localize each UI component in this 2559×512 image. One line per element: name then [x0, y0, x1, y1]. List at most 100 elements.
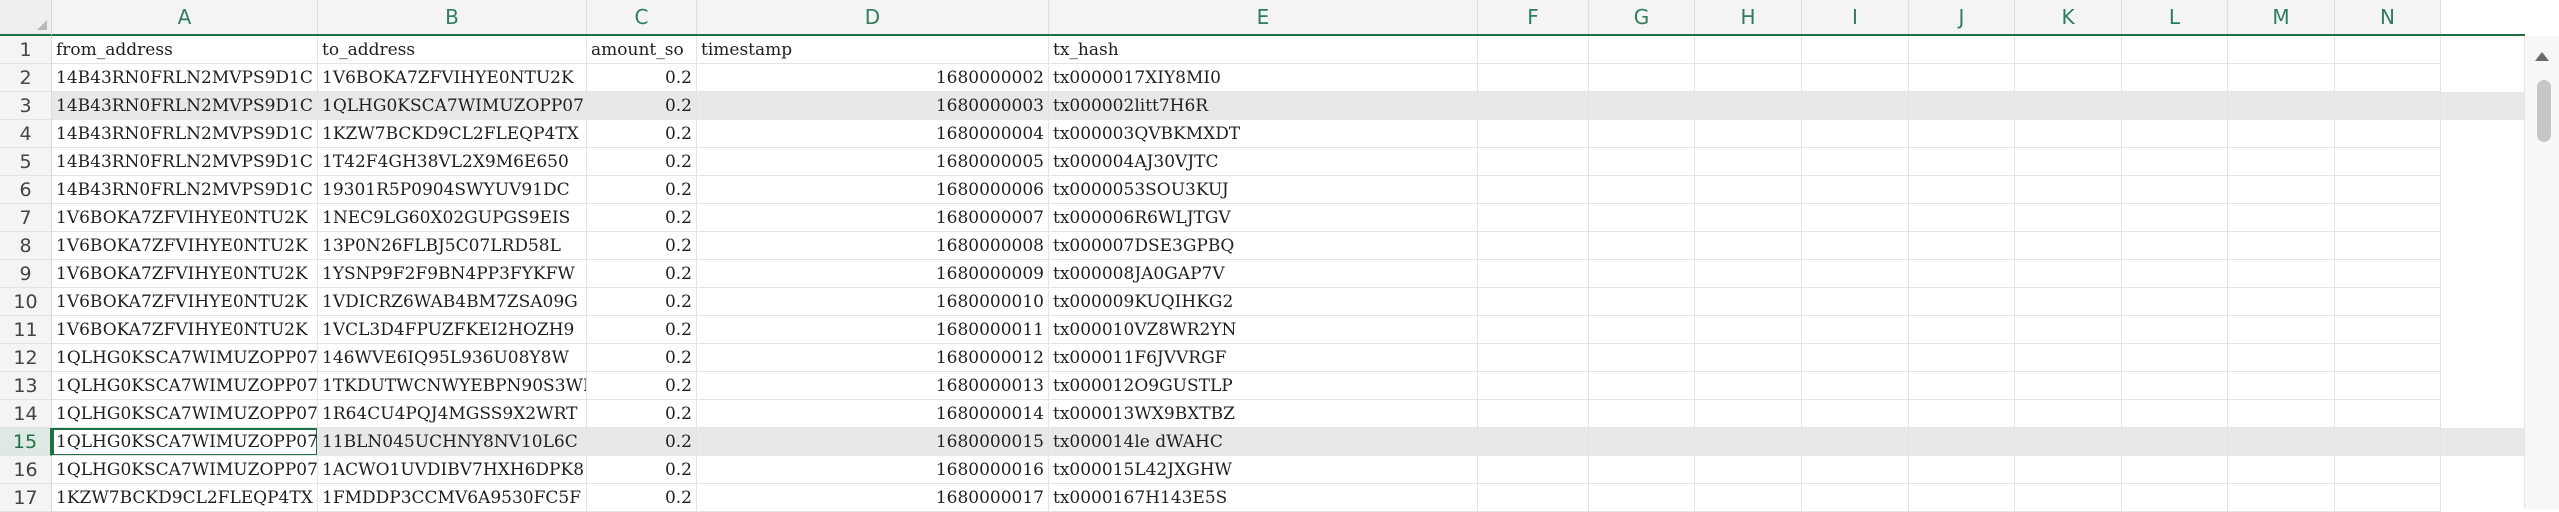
column-header-b[interactable]: B [318, 0, 587, 34]
empty-cell[interactable] [2015, 288, 2122, 316]
empty-cell[interactable] [2015, 372, 2122, 400]
empty-cell[interactable] [2122, 232, 2228, 260]
empty-cell[interactable] [1909, 120, 2015, 148]
empty-cell[interactable] [2122, 92, 2228, 120]
table-cell[interactable]: tx000014le dWAHC [1049, 428, 1478, 456]
empty-cell[interactable] [2122, 484, 2228, 512]
empty-cell[interactable] [2122, 428, 2228, 456]
empty-cell[interactable] [1589, 316, 1695, 344]
empty-cell[interactable] [1589, 36, 1695, 64]
empty-cell[interactable] [2335, 36, 2441, 64]
column-header-f[interactable]: F [1478, 0, 1589, 34]
empty-cell[interactable] [2015, 456, 2122, 484]
table-cell[interactable]: 1R64CU4PQJ4MGSS9X2WRT [318, 400, 587, 428]
row-header-13[interactable]: 13 [0, 372, 52, 400]
empty-cell[interactable] [2335, 92, 2441, 120]
empty-cell[interactable] [1695, 92, 1802, 120]
empty-cell[interactable] [2015, 120, 2122, 148]
table-cell[interactable]: tx000015L42JXGHW [1049, 456, 1478, 484]
row-header-15[interactable]: 15 [0, 428, 52, 456]
empty-cell[interactable] [1695, 484, 1802, 512]
empty-cell[interactable] [1589, 260, 1695, 288]
table-cell[interactable]: 1V6BOKA7ZFVIHYE0NTU2K [318, 64, 587, 92]
empty-cell[interactable] [1478, 316, 1589, 344]
empty-cell[interactable] [1909, 400, 2015, 428]
header-cell[interactable]: amount_so [587, 36, 697, 64]
table-cell[interactable]: 1680000002 [697, 64, 1049, 92]
empty-cell[interactable] [1802, 484, 1909, 512]
empty-cell[interactable] [1589, 344, 1695, 372]
empty-cell[interactable] [2015, 92, 2122, 120]
empty-cell[interactable] [2228, 400, 2335, 428]
empty-cell[interactable] [1802, 260, 1909, 288]
empty-cell[interactable] [1478, 36, 1589, 64]
row-header-14[interactable]: 14 [0, 400, 52, 428]
empty-cell[interactable] [2015, 148, 2122, 176]
empty-cell[interactable] [1589, 484, 1695, 512]
empty-cell[interactable] [1695, 64, 1802, 92]
empty-cell[interactable] [1802, 204, 1909, 232]
table-cell[interactable]: 1QLHG0KSCA7WIMUZOPP07 [52, 372, 318, 400]
empty-cell[interactable] [1478, 288, 1589, 316]
empty-cell[interactable] [1909, 372, 2015, 400]
table-cell[interactable]: tx000002litt7H6R [1049, 92, 1478, 120]
table-cell[interactable]: 14B43RN0FRLN2MVPS9D1C [52, 64, 318, 92]
empty-cell[interactable] [1589, 372, 1695, 400]
empty-cell[interactable] [1909, 484, 2015, 512]
empty-cell[interactable] [1478, 176, 1589, 204]
table-cell[interactable]: 1680000006 [697, 176, 1049, 204]
empty-cell[interactable] [1589, 232, 1695, 260]
empty-cell[interactable] [1695, 288, 1802, 316]
empty-cell[interactable] [1909, 456, 2015, 484]
table-cell[interactable]: 1V6BOKA7ZFVIHYE0NTU2K [52, 260, 318, 288]
empty-cell[interactable] [1909, 428, 2015, 456]
row-header-6[interactable]: 6 [0, 176, 52, 204]
empty-cell[interactable] [2335, 344, 2441, 372]
table-cell[interactable]: 0.2 [587, 232, 697, 260]
empty-cell[interactable] [1478, 148, 1589, 176]
table-cell[interactable]: 1680000013 [697, 372, 1049, 400]
empty-cell[interactable] [1478, 344, 1589, 372]
empty-cell[interactable] [1802, 120, 1909, 148]
empty-cell[interactable] [2335, 176, 2441, 204]
table-cell[interactable]: 1680000010 [697, 288, 1049, 316]
table-cell[interactable]: 0.2 [587, 344, 697, 372]
empty-cell[interactable] [1909, 288, 2015, 316]
table-cell[interactable]: 0.2 [587, 120, 697, 148]
empty-cell[interactable] [1695, 260, 1802, 288]
column-header-d[interactable]: D [697, 0, 1049, 34]
empty-cell[interactable] [2015, 484, 2122, 512]
table-cell[interactable]: 1QLHG0KSCA7WIMUZOPP07 [52, 428, 318, 456]
column-header-h[interactable]: H [1695, 0, 1802, 34]
empty-cell[interactable] [2335, 120, 2441, 148]
table-cell[interactable]: 0.2 [587, 260, 697, 288]
header-cell[interactable]: to_address [318, 36, 587, 64]
empty-cell[interactable] [2015, 232, 2122, 260]
empty-cell[interactable] [1589, 204, 1695, 232]
table-cell[interactable]: tx000013WX9BXTBZ [1049, 400, 1478, 428]
empty-cell[interactable] [2335, 456, 2441, 484]
empty-cell[interactable] [1695, 232, 1802, 260]
row-header-11[interactable]: 11 [0, 316, 52, 344]
empty-cell[interactable] [2228, 204, 2335, 232]
table-cell[interactable]: tx000012O9GUSTLP [1049, 372, 1478, 400]
table-cell[interactable]: 1680000011 [697, 316, 1049, 344]
table-cell[interactable]: 1680000016 [697, 456, 1049, 484]
empty-cell[interactable] [1802, 288, 1909, 316]
header-cell[interactable]: timestamp [697, 36, 1049, 64]
table-cell[interactable]: 0.2 [587, 92, 697, 120]
table-cell[interactable]: 14B43RN0FRLN2MVPS9D1C [52, 92, 318, 120]
row-header-4[interactable]: 4 [0, 120, 52, 148]
empty-cell[interactable] [2122, 176, 2228, 204]
table-cell[interactable]: 1T42F4GH38VL2X9M6E650 [318, 148, 587, 176]
empty-cell[interactable] [1909, 204, 2015, 232]
empty-cell[interactable] [1478, 372, 1589, 400]
column-header-k[interactable]: K [2015, 0, 2122, 34]
column-header-n[interactable]: N [2335, 0, 2441, 34]
table-cell[interactable]: tx000004AJ30VJTC [1049, 148, 1478, 176]
empty-cell[interactable] [2335, 232, 2441, 260]
empty-cell[interactable] [1695, 400, 1802, 428]
row-header-7[interactable]: 7 [0, 204, 52, 232]
empty-cell[interactable] [1802, 36, 1909, 64]
empty-cell[interactable] [2335, 64, 2441, 92]
